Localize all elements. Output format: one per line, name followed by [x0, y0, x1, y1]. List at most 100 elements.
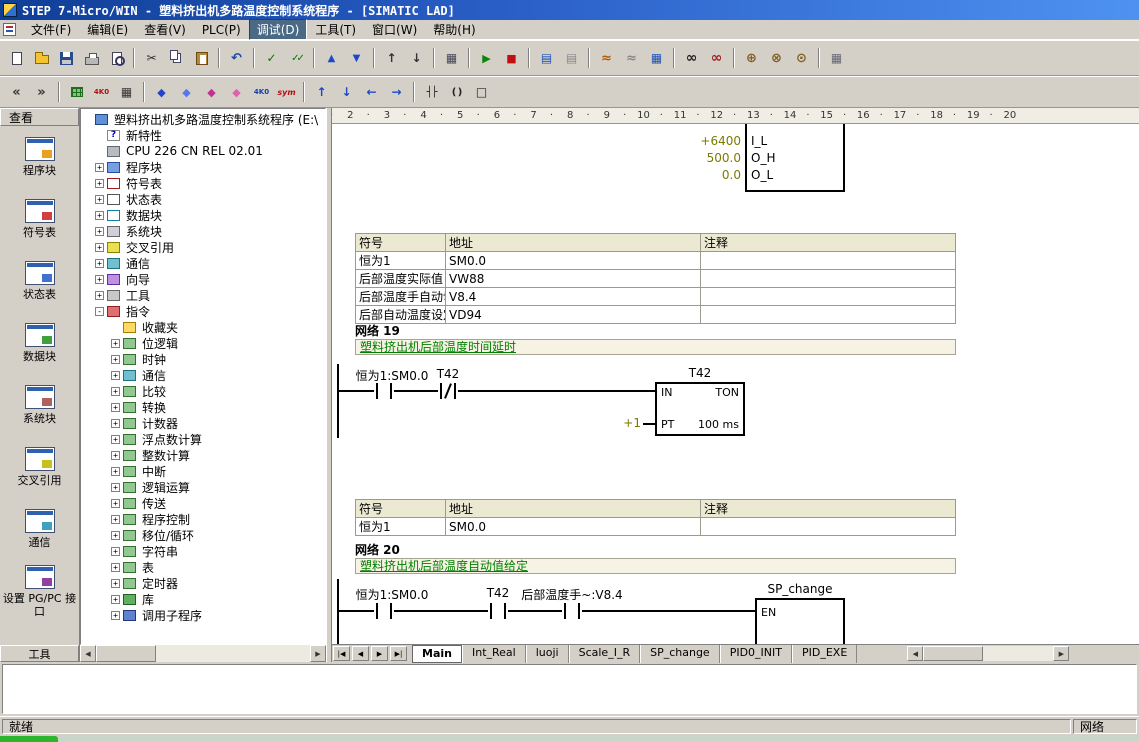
symbol-table-row[interactable]: 后部自动温度设定值 VD94 [355, 305, 956, 324]
insert-box-button[interactable] [470, 81, 493, 103]
save-button[interactable] [55, 47, 78, 69]
tree-expander[interactable]: + [111, 514, 120, 524]
tree-item[interactable]: + 逻辑运算 [81, 479, 325, 495]
timer-box[interactable]: IN TON PT 100 ms [655, 382, 745, 436]
program-status-button[interactable] [535, 47, 558, 69]
symbol-cell[interactable]: 恒为1 [355, 251, 446, 270]
tree-item[interactable]: 新特性 [81, 127, 325, 143]
address-view-button[interactable] [250, 81, 273, 103]
tools-bar-header[interactable]: 工具 [0, 645, 79, 662]
contact-operand[interactable]: T42 [418, 367, 478, 381]
network-comment[interactable]: 塑料挤出机后部温度自动值给定 [355, 558, 956, 574]
tree-expander[interactable]: + [111, 610, 120, 620]
table-grid-button[interactable] [825, 47, 848, 69]
prev-tab-button[interactable]: ◀ [352, 646, 369, 661]
constant-descriptor-button[interactable] [90, 81, 113, 103]
network-title[interactable]: 网络 19 [355, 322, 400, 339]
pt-operand[interactable]: +1 [607, 416, 641, 430]
contact-normally-open[interactable] [374, 381, 394, 401]
next-bookmark-button[interactable] [30, 81, 53, 103]
tree-expander[interactable]: + [95, 226, 104, 236]
tree-item[interactable]: - 指令 [81, 303, 325, 319]
symbol-table-row[interactable]: 后部温度实际值 VW88 [355, 269, 956, 288]
sidebar-item[interactable]: 程序块 [0, 126, 79, 188]
symbol-cell[interactable]: 后部温度实际值 [355, 269, 446, 288]
insert-row-button[interactable] [200, 81, 223, 103]
sort-descending-button[interactable] [405, 47, 428, 69]
subroutine-name[interactable]: SP_change [755, 582, 845, 596]
tree-item[interactable]: + 计数器 [81, 415, 325, 431]
scroll-right-button[interactable]: ▶ [310, 645, 326, 662]
sidebar-item[interactable]: 系统块 [0, 374, 79, 436]
tree-expander[interactable]: + [95, 162, 104, 172]
pause-chart-status-button[interactable] [620, 47, 643, 69]
editor-horizontal-scrollbar[interactable]: ◀ ▶ [907, 646, 1070, 661]
tree-item[interactable]: + 中断 [81, 463, 325, 479]
tree-item[interactable]: 收藏夹 [81, 319, 325, 335]
tree-item[interactable]: + 传送 [81, 495, 325, 511]
pou-tab[interactable]: PID_EXE [792, 644, 858, 663]
ladder-canvas[interactable]: +6400 I_L 500.0 O_H 0.0 O_L 符号 地址 注释 恒为1… [332, 124, 1139, 644]
contact-normally-open[interactable] [488, 601, 508, 621]
tree-expander[interactable]: + [111, 338, 120, 348]
scrollbar-thumb[interactable] [96, 645, 156, 662]
symbol-cell[interactable]: 后部温度手自动切换 [355, 287, 446, 306]
last-tab-button[interactable]: ▶| [390, 646, 407, 661]
tree-expander[interactable]: + [111, 530, 120, 540]
comment-cell[interactable] [700, 269, 956, 288]
tree-expander[interactable]: + [111, 546, 120, 556]
scrollbar-track[interactable] [923, 646, 1054, 661]
output-window[interactable] [2, 664, 1137, 714]
prev-bookmark-button[interactable] [5, 81, 28, 103]
pause-program-status-button[interactable] [560, 47, 583, 69]
scale-operand[interactable]: 500.0 [657, 151, 741, 165]
run-button[interactable] [475, 47, 498, 69]
tree-item[interactable]: + 交叉引用 [81, 239, 325, 255]
status-table-button[interactable] [645, 47, 668, 69]
undo-button[interactable] [225, 47, 248, 69]
tree-item[interactable]: + 定时器 [81, 575, 325, 591]
symbol-view-toggle-button[interactable] [275, 81, 298, 103]
pou-tab[interactable]: Main [412, 644, 462, 663]
tree-expander[interactable]: + [95, 210, 104, 220]
tree-expander[interactable]: + [111, 450, 120, 460]
symbol-info-table-button[interactable] [115, 81, 138, 103]
tree-item[interactable]: + 调用子程序 [81, 607, 325, 623]
tree-item[interactable]: + 整数计算 [81, 447, 325, 463]
read-forced-button[interactable] [790, 47, 813, 69]
pou-tab[interactable]: Int_Real [461, 644, 526, 663]
tree-item[interactable]: + 库 [81, 591, 325, 607]
tree-expander[interactable]: + [111, 434, 120, 444]
scrollbar-thumb[interactable] [923, 646, 984, 661]
start-button-fragment[interactable] [0, 736, 58, 742]
menu-item[interactable]: PLC(P) [194, 21, 249, 39]
address-cell[interactable]: SM0.0 [445, 517, 701, 536]
tree-expander[interactable]: + [95, 194, 104, 204]
pou-tab[interactable]: luoji [525, 644, 569, 663]
sidebar-item[interactable]: 符号表 [0, 188, 79, 250]
line-left-button[interactable] [360, 81, 383, 103]
options-button[interactable] [440, 47, 463, 69]
first-tab-button[interactable]: |◀ [333, 646, 350, 661]
contact-normally-closed[interactable] [438, 381, 458, 401]
tree-expander[interactable]: + [111, 418, 120, 428]
titlebar[interactable]: STEP 7-Micro/WIN - 塑料挤出机多路温度控制系统程序 - [SI… [0, 0, 1139, 20]
tree-item[interactable]: + 通信 [81, 255, 325, 271]
mdi-child-icon[interactable] [3, 23, 16, 36]
line-up-button[interactable] [310, 81, 333, 103]
menu-item[interactable]: 帮助(H) [425, 19, 483, 40]
copy-button[interactable] [165, 47, 188, 69]
tree-horizontal-scrollbar[interactable]: ◀ ▶ [80, 645, 326, 662]
tree-expander[interactable]: + [111, 562, 120, 572]
tree-expander[interactable]: + [95, 242, 104, 252]
insert-coil-button[interactable] [445, 81, 468, 103]
symbol-table[interactable]: 符号 地址 注释 恒为1 SM0.0 [355, 499, 956, 536]
program-monitor-button[interactable] [680, 47, 703, 69]
symbol-table-row[interactable]: 后部温度手自动切换 V8.4 [355, 287, 956, 306]
tree-item[interactable]: + 移位/循环 [81, 527, 325, 543]
menu-item[interactable]: 文件(F) [23, 19, 79, 40]
tree-expander[interactable]: + [111, 402, 120, 412]
timer-operand[interactable]: T42 [655, 366, 745, 380]
menu-item[interactable]: 编辑(E) [79, 19, 136, 40]
insert-network-button[interactable] [150, 81, 173, 103]
